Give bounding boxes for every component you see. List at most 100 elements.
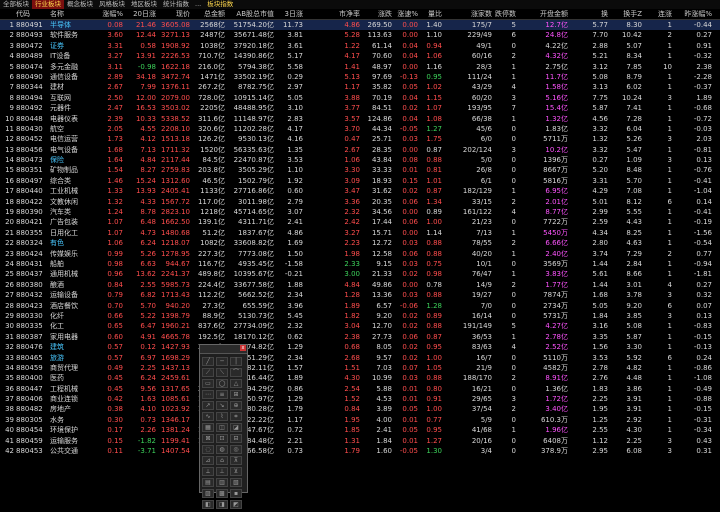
drawing-tool-icon[interactable]: ◪ — [230, 423, 242, 432]
column-header[interactable]: 昨涨幅% — [682, 9, 712, 19]
drawing-tool-icon[interactable]: ⌗ — [230, 412, 242, 421]
table-row[interactable]: 35880400医药0.456.242459.611311亿63016.44亿1… — [0, 373, 720, 383]
drawing-tool-icon[interactable]: ◧ — [202, 500, 214, 509]
table-row[interactable]: 21 880355 日用化工 1.07 4.73 1480.68 51.2亿 1837.67亿… — [0, 228, 720, 238]
drawing-tool-icon[interactable]: ─ — [216, 357, 228, 366]
table-row[interactable]: 23 880424 传媒娱乐 0.99 5.26 1278.95 227.3亿 7773.08… — [0, 249, 720, 259]
table-row[interactable]: 20 880421 广告包装 1.07 6.48 1662.50 139.1亿 4311.71… — [0, 217, 720, 227]
table-row[interactable]: 1 880491 半导体 0.08 21.46 3605.08 2568亿 51754.20亿… — [0, 20, 720, 31]
drawing-tool-icon[interactable]: ◎ — [230, 445, 242, 454]
table-row[interactable]: 6 880490 通信设备 2.89 34.18 3472.74 1471亿 33502.19… — [0, 72, 720, 82]
drawing-tool-icon[interactable]: ↗ — [202, 401, 214, 410]
table-row[interactable]: 31 880387 家用电器 0.60 4.91 4665.78 192.5亿 18170.1… — [0, 332, 720, 342]
table-row[interactable]: 37880406商业连锁0.421.631085.61179.7亿7650.97… — [0, 394, 720, 404]
drawing-tool-icon[interactable]: ◫ — [216, 423, 228, 432]
tab-6[interactable]: ... — [192, 0, 204, 9]
table-row[interactable]: 25 880437 通用机械 0.96 13.62 2241.37 489.8亿 10395.… — [0, 269, 720, 279]
table-row[interactable]: 9 880492 元器件 2.47 16.53 3503.02 2205亿 48488.95亿… — [0, 103, 720, 113]
drawing-tool-icon[interactable]: △ — [230, 379, 242, 388]
drawing-tool-icon[interactable]: ≡ — [216, 390, 228, 399]
column-header[interactable]: 总金额 — [192, 9, 225, 19]
table-row[interactable]: 8 880494 互联网 2.50 12.00 2079.00 728.0亿 10915.14… — [0, 93, 720, 103]
table-row[interactable]: 18 880422 文教休闲 1.32 4.33 1567.72 117.0亿 3011.98… — [0, 197, 720, 207]
drawing-tool-icon[interactable]: ⟂ — [202, 467, 214, 476]
drawing-tool-icon[interactable]: ⌒ — [230, 368, 242, 377]
drawing-tool-icon[interactable]: ⊕ — [230, 401, 242, 410]
drawing-tool-icon[interactable]: ▧ — [230, 478, 242, 487]
column-header[interactable]: 开盘金额 — [534, 9, 568, 19]
drawing-tool-icon[interactable]: ⌇ — [216, 412, 228, 421]
drawing-tool-icon[interactable]: ↘ — [216, 401, 228, 410]
table-row[interactable]: 11 880430 航空 2.05 4.55 2208.10 320.6亿 11202.28亿… — [0, 124, 720, 134]
table-row[interactable]: 17 880440 工业机械 1.33 13.93 2405.41 1133亿 27716.8… — [0, 186, 720, 196]
table-row[interactable]: 3 880472 证券 3.31 0.58 1908.92 1038亿 37920.18亿 3.… — [0, 41, 720, 51]
drawing-tool-icon[interactable]: ▩ — [216, 489, 228, 498]
column-header[interactable]: 现价 — [158, 9, 190, 19]
column-header[interactable]: AB股总市值 — [226, 9, 274, 19]
table-row[interactable]: 41880459运输服务0.15-1.821199.41176.4亿20484.… — [0, 436, 720, 446]
table-row[interactable]: 7 880344 建材 2.67 7.99 1376.11 267.2亿 8782.75亿 2.… — [0, 82, 720, 92]
drawing-tool-icon[interactable]: ▪ — [230, 489, 242, 498]
column-header[interactable]: 涨跌 — [362, 9, 392, 19]
column-header[interactable]: 涨家数 — [448, 9, 492, 19]
table-row[interactable]: 12 880452 电信运营 1.73 4.12 1513.18 126.2亿 9530.13… — [0, 134, 720, 144]
tab-0[interactable]: 全部板块 — [0, 0, 32, 9]
drawing-tool-icon[interactable]: ⊡ — [216, 434, 228, 443]
table-row[interactable]: 38880482房地产0.384.101023.92181.9亿14280.28… — [0, 404, 720, 414]
column-header[interactable]: 涨幅% — [100, 9, 123, 19]
table-row[interactable]: 33880465旅游0.576.971698.2928.8亿1451.29亿2.… — [0, 353, 720, 363]
table-row[interactable]: 30 880335 化工 0.65 6.47 1960.21 837.6亿 27734.09亿… — [0, 321, 720, 331]
drawing-tool-icon[interactable]: ⊟ — [230, 434, 242, 443]
table-row[interactable]: 22 880324 有色 1.06 6.24 1218.07 1082亿 33608.82亿 1… — [0, 238, 720, 248]
table-row[interactable]: 32880476建筑0.570.121427.93237.0亿16574.82亿… — [0, 342, 720, 352]
table-row[interactable]: 10 880448 电器仪表 2.39 10.33 5338.52 311.6亿 11148.… — [0, 114, 720, 124]
table-row[interactable]: 40880454环境保护0.172.261381.24155.9亿5847.67… — [0, 425, 720, 435]
table-row[interactable]: 14 880473 保险 1.64 4.84 2117.44 84.5亿 22470.87亿 3… — [0, 155, 720, 165]
tab-7[interactable]: 板块指数 — [204, 0, 236, 9]
table-row[interactable]: 39880305水务0.300.731346.1716.2亿1722.22亿1.… — [0, 415, 720, 425]
drawing-tool-icon[interactable]: ⊠ — [202, 434, 214, 443]
drawing-tool-icon[interactable]: ╱ — [202, 357, 214, 366]
drawing-tool-icon[interactable]: ◌ — [202, 445, 214, 454]
drawing-tool-icon[interactable]: ⟋ — [202, 368, 214, 377]
table-row[interactable]: 4 880489 IT设备 3.27 13.91 2226.53 710.7亿 14390.8… — [0, 51, 720, 61]
column-header[interactable]: 代码 — [16, 9, 46, 19]
drawing-tool-icon[interactable]: │ — [230, 357, 242, 366]
column-header[interactable]: 涨速% — [394, 9, 418, 19]
drawing-tool-icon[interactable]: ∿ — [202, 412, 214, 421]
table-row[interactable]: 5 880474 多元金融 3.11 -0.98 1622.18 216.0亿 5794.38… — [0, 62, 720, 72]
table-row[interactable]: 15 880351 矿物制品 1.54 8.27 2759.83 203.8亿 3505.29… — [0, 165, 720, 175]
table-row[interactable]: 29 880330 化纤 0.66 5.22 1398.79 88.9亿 5130.73亿 5.… — [0, 311, 720, 321]
drawing-tool-icon[interactable]: ◩ — [230, 500, 242, 509]
tab-4[interactable]: 地区板块 — [128, 0, 160, 9]
drawing-tool-icon[interactable]: ⊥ — [216, 467, 228, 476]
drawing-tool-icon[interactable]: ◨ — [216, 500, 228, 509]
table-row[interactable]: 13 880456 电气设备 1.68 7.13 1711.32 1520亿 56335.63… — [0, 145, 720, 155]
drawing-tool-icon[interactable]: ◯ — [216, 379, 228, 388]
close-icon[interactable]: x — [240, 345, 246, 351]
column-header[interactable]: 跌停数 — [494, 9, 516, 19]
table-row[interactable]: 34880459商贸代理0.492.251437.1355.6亿2082.11亿… — [0, 363, 720, 373]
table-row[interactable]: 2 880493 软件服务 3.60 12.44 3271.13 2487亿 35671.48… — [0, 30, 720, 40]
column-header[interactable]: 市净率 — [330, 9, 360, 19]
drawing-tool-icon[interactable]: ⋯ — [202, 390, 214, 399]
table-row[interactable]: 24 880431 船舶 0.98 6.63 944.67 116.7亿 4935.45亿 -1… — [0, 259, 720, 269]
drawing-tool-icon[interactable]: ▦ — [202, 423, 214, 432]
tab-2[interactable]: 概念板块 — [64, 0, 96, 9]
table-row[interactable]: 26 880380 酿酒 0.84 2.55 5985.73 224.4亿 33677.58亿… — [0, 280, 720, 290]
drawing-tool-icon[interactable]: ◍ — [216, 445, 228, 454]
tab-1[interactable]: 行业板块 — [32, 0, 64, 9]
drawing-tool-icon[interactable]: ⊻ — [230, 467, 242, 476]
table-row[interactable]: 36880447工程机械0.459.561317.65206.2亿10794.2… — [0, 384, 720, 394]
column-header[interactable]: 名称 — [50, 9, 98, 19]
drawing-tools-titlebar[interactable]: x — [200, 345, 247, 354]
column-header[interactable]: 量比 — [420, 9, 442, 19]
tab-3[interactable]: 风格板块 — [96, 0, 128, 9]
drawing-tool-icon[interactable]: ⟍ — [216, 368, 228, 377]
table-row[interactable]: 28 880423 酒店餐饮 0.70 5.70 940.20 27.3亿 655.59亿 3.… — [0, 301, 720, 311]
drawing-tool-icon[interactable]: ⌂ — [216, 456, 228, 465]
drawing-tools-panel[interactable]: x ╱ ─ │ ⟋ ⟍ ⌒ ▭ ◯ △ ⋯ ≡ ⊞ ↗ ↘ ⊕ ∿ ⌇ ⌗ ▦ ◫ ◪ ⊠ ⊡ ⊟ ◌ ◍ ◎ ⊿ ⌂ ⊼ ⟂ ⊥ ⊻ ▤ ▥ ▧ ▨ ▩… — [199, 344, 248, 509]
drawing-tool-icon[interactable]: ▤ — [202, 478, 214, 487]
table-row[interactable]: 42880453公共交通0.11-3.711407.5427.1亿1966.58… — [0, 446, 720, 456]
drawing-tool-icon[interactable]: ⊞ — [230, 390, 242, 399]
